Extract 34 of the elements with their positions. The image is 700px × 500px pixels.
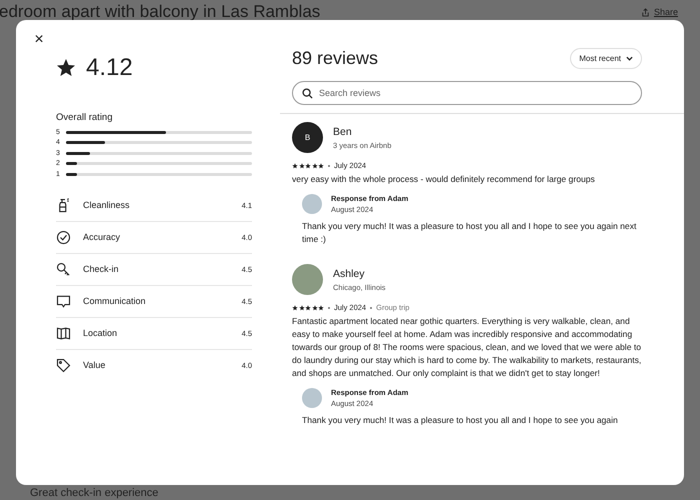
review-text: very easy with the whole process - would definitely recommend for large groups [292,173,596,186]
search-field[interactable]: Search reviews [292,81,642,105]
overall-rating-label: Overall rating [56,112,114,123]
overall-score: 4.12 [86,54,133,82]
highlight-title: Great check-in experience [30,487,160,499]
chevron-down-icon [626,56,633,61]
star-icon [56,58,76,78]
category-label: Value [83,360,106,370]
listing-title: edroom apart with balcony in Las Ramblas [0,2,320,22]
photo-placeholder [302,194,322,214]
check-circle-icon [56,230,71,244]
review-text: Fantastic apartment located near gothic quarters. Everything is very walkable, clean, and easy to make yourself feel at home. Adam was incredibly responsive and accommodating towards our group of 8! The rooms were spacious, clean, and we loved that we were able to do laundry during our stay which is hard to come by. The walkability to markets, restaurants, and shops are unmatched. Our only complaint is that we didn't get to stay longer! [292,315,642,380]
category-label: Check-in [83,264,120,274]
share-icon [640,8,650,16]
tag-icon [56,358,71,372]
category-label: Accuracy [83,232,122,242]
photo-placeholder [292,264,323,295]
category-label: Communication [83,296,147,306]
reviews-count-title: 89 reviews [292,48,378,69]
response-text: Thank you very much! It was a pleasure to host you all and I hope to see you again [302,414,619,427]
close-button[interactable]: × [30,30,48,50]
sort-dropdown[interactable]: Most recent [570,48,642,69]
spray-bottle-icon [56,198,71,212]
speech-bubble-icon [56,294,71,308]
photo-placeholder [302,388,322,408]
category-label: Cleanliness [83,200,131,210]
search-icon [302,88,313,98]
reviewer-name: Ashley [333,268,366,280]
map-icon [56,326,71,340]
reviewer-name: Ben [333,126,353,138]
user-avatar: B [292,122,323,153]
category-label: Location [83,328,118,338]
response-text: Thank you very much! It was a pleasure to host you all and I hope to see you again next time :) [302,220,638,246]
key-icon [56,262,71,276]
